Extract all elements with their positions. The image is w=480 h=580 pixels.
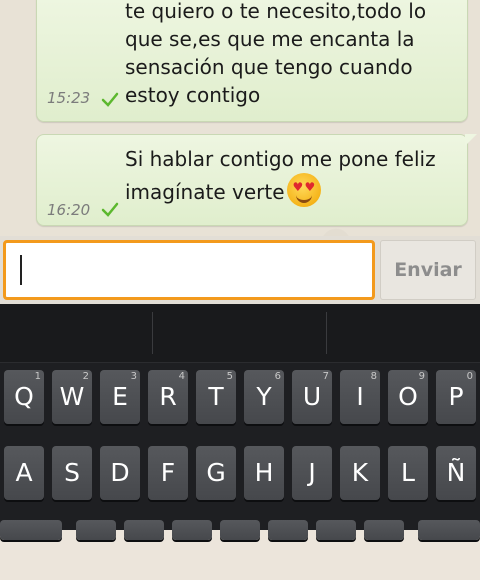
key-q[interactable]: Q1 bbox=[4, 370, 44, 424]
suggestion-strip[interactable] bbox=[0, 304, 480, 363]
send-button[interactable]: Enviar bbox=[380, 240, 476, 300]
key-j[interactable]: J bbox=[292, 446, 332, 500]
key-c[interactable] bbox=[172, 520, 212, 540]
key-i[interactable]: I8 bbox=[340, 370, 380, 424]
key-b[interactable] bbox=[268, 520, 308, 540]
key-f[interactable]: F bbox=[148, 446, 188, 500]
key-v[interactable] bbox=[220, 520, 260, 540]
heart-eyes-emoji-icon: ♥ ♥ bbox=[286, 173, 321, 207]
key-t[interactable]: T5 bbox=[196, 370, 236, 424]
text-cursor bbox=[20, 255, 22, 285]
message-input[interactable] bbox=[3, 240, 375, 300]
message-time: 15:23 bbox=[47, 89, 91, 107]
message-text-content: Si hablar contigo me pone feliz imagínat… bbox=[125, 147, 436, 204]
key-o[interactable]: O9 bbox=[388, 370, 428, 424]
sent-check-icon bbox=[101, 92, 119, 107]
key-n[interactable] bbox=[316, 520, 356, 540]
key-r[interactable]: R4 bbox=[148, 370, 188, 424]
message-text: te quiero o te necesito,todo lo que se,e… bbox=[125, 0, 427, 107]
key-h[interactable]: H bbox=[244, 446, 284, 500]
key-m[interactable] bbox=[364, 520, 404, 540]
key-d[interactable]: D bbox=[100, 446, 140, 500]
key-shift[interactable] bbox=[0, 520, 62, 540]
key-p[interactable]: P0 bbox=[436, 370, 476, 424]
sent-check-icon bbox=[101, 202, 119, 217]
key-x[interactable] bbox=[124, 520, 164, 540]
key-e[interactable]: E3 bbox=[100, 370, 140, 424]
key-n-tilde[interactable]: Ñ bbox=[436, 446, 476, 500]
key-g[interactable]: G bbox=[196, 446, 236, 500]
message-time: 16:20 bbox=[47, 201, 91, 219]
key-k[interactable]: K bbox=[340, 446, 380, 500]
onscreen-keyboard: Q1 W2 E3 R4 T5 Y6 U7 I8 O9 P0 A S D F G … bbox=[0, 304, 480, 540]
keyboard-row-1: Q1 W2 E3 R4 T5 Y6 U7 I8 O9 P0 bbox=[0, 370, 480, 430]
suggestion-divider bbox=[152, 312, 153, 354]
message-text: Si hablar contigo me pone feliz imagínat… bbox=[125, 145, 459, 207]
key-w[interactable]: W2 bbox=[52, 370, 92, 424]
key-delete[interactable] bbox=[418, 520, 480, 540]
key-a[interactable]: A bbox=[4, 446, 44, 500]
keyboard-row-3 bbox=[0, 520, 480, 580]
message-bubble[interactable]: Si hablar contigo me pone feliz imagínat… bbox=[36, 134, 477, 226]
key-s[interactable]: S bbox=[52, 446, 92, 500]
message-bubble[interactable]: te quiero o te necesito,todo lo que se,e… bbox=[36, 0, 468, 122]
key-y[interactable]: Y6 bbox=[244, 370, 284, 424]
keyboard-row-2: A S D F G H J K L Ñ bbox=[0, 446, 480, 506]
suggestion-divider bbox=[326, 312, 327, 354]
key-z[interactable] bbox=[76, 520, 116, 540]
compose-bar: Enviar bbox=[0, 236, 480, 304]
key-u[interactable]: U7 bbox=[292, 370, 332, 424]
key-l[interactable]: L bbox=[388, 446, 428, 500]
